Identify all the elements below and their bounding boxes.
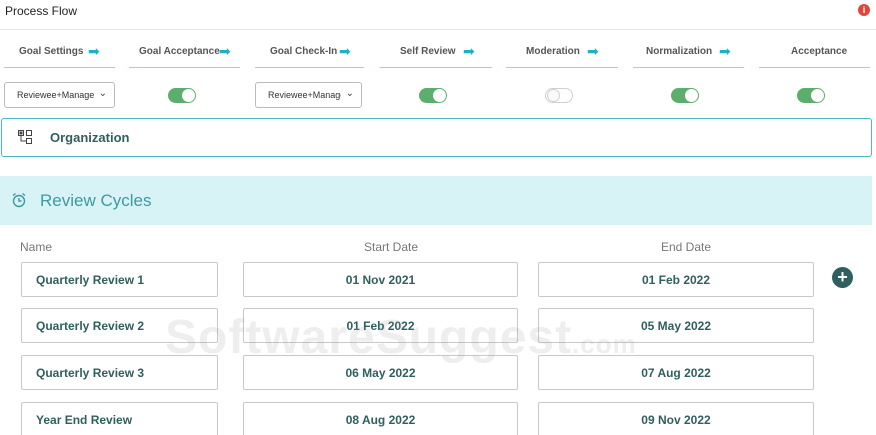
arrow-right-icon: ➡ [219, 43, 231, 59]
cycle-name: Quarterly Review 2 [36, 319, 145, 333]
start-date: 01 Feb 2022 [346, 319, 415, 333]
end-date-field[interactable]: 05 May 2022 [538, 308, 814, 343]
end-date-field[interactable]: 09 Nov 2022 [538, 402, 814, 435]
end-date: 07 Aug 2022 [641, 366, 711, 380]
step-self-review[interactable]: Self Review ➡ [380, 40, 492, 68]
toggle-knob [433, 89, 446, 102]
start-date: 08 Aug 2022 [345, 413, 416, 427]
end-date-field[interactable]: 07 Aug 2022 [538, 355, 814, 390]
cycle-name-field[interactable]: Year End Review [21, 402, 218, 435]
start-date: 06 May 2022 [345, 366, 416, 380]
end-date: 05 May 2022 [640, 319, 712, 333]
select-value: Reviewee+Manager [268, 90, 341, 100]
self-review-toggle[interactable] [419, 88, 447, 103]
step-label: Self Review [400, 46, 456, 57]
step-normalization[interactable]: Normalization ➡ [633, 40, 744, 68]
end-date-field[interactable]: 01 Feb 2022 [538, 262, 814, 297]
end-date: 01 Feb 2022 [641, 273, 711, 287]
chevron-down-icon: ⌄ [98, 88, 107, 99]
arrow-right-icon: ➡ [587, 43, 599, 59]
moderation-toggle[interactable] [545, 88, 573, 103]
cycle-name: Year End Review [36, 413, 133, 427]
step-label: Acceptance [791, 46, 848, 57]
top-bar: Process Flow i [0, 0, 876, 30]
step-label: Goal Acceptance [139, 46, 220, 57]
arrow-right-icon: ➡ [463, 43, 475, 59]
step-label: Goal Settings [19, 46, 84, 57]
step-label: Goal Check-In [270, 46, 338, 57]
step-controls: Reviewee+Manager ⌄ Reviewee+Manager ⌄ [0, 82, 876, 110]
normalization-toggle[interactable] [671, 88, 699, 103]
cycle-name-field[interactable]: Quarterly Review 1 [21, 262, 218, 297]
start-date-field[interactable]: 01 Nov 2021 [243, 262, 518, 297]
goal-acceptance-toggle[interactable] [168, 88, 196, 103]
acceptance-toggle[interactable] [797, 88, 825, 103]
arrow-right-icon: ➡ [339, 43, 351, 59]
cycle-name-field[interactable]: Quarterly Review 2 [21, 308, 218, 343]
step-goal-settings[interactable]: Goal Settings ➡ [4, 40, 115, 68]
start-date-field[interactable]: 08 Aug 2022 [243, 402, 518, 435]
review-cycles-header: Review Cycles [0, 176, 872, 225]
toggle-knob [547, 89, 560, 102]
add-cycle-button[interactable]: + [832, 267, 853, 288]
alarm-clock-icon [12, 192, 26, 208]
step-moderation[interactable]: Moderation ➡ [506, 40, 618, 68]
cycle-name: Quarterly Review 3 [36, 366, 145, 380]
toggle-knob [685, 89, 698, 102]
goal-checkin-select[interactable]: Reviewee+Manager ⌄ [255, 82, 362, 108]
column-header-end-date: End Date [661, 240, 712, 254]
review-cycles-title: Review Cycles [40, 191, 152, 210]
organization-panel[interactable]: Organization [1, 118, 872, 157]
column-header-start-date: Start Date [364, 240, 419, 254]
select-value: Reviewee+Manager [17, 90, 94, 100]
step-label: Moderation [526, 46, 580, 57]
info-icon[interactable]: i [858, 4, 870, 16]
start-date-field[interactable]: 01 Feb 2022 [243, 308, 518, 343]
step-goal-acceptance[interactable]: Goal Acceptance ➡ [129, 40, 240, 68]
arrow-right-icon: ➡ [719, 43, 731, 59]
arrow-right-icon: ➡ [88, 43, 100, 59]
page-title: Process Flow [5, 4, 78, 18]
start-date: 01 Nov 2021 [345, 273, 416, 287]
goal-settings-select[interactable]: Reviewee+Manager ⌄ [4, 82, 115, 108]
chevron-down-icon: ⌄ [345, 88, 354, 99]
column-header-name: Name [20, 240, 53, 254]
step-label: Normalization [646, 46, 713, 57]
hierarchy-icon [18, 130, 32, 144]
cycle-name-field[interactable]: Quarterly Review 3 [21, 355, 218, 390]
toggle-knob [811, 89, 824, 102]
step-acceptance[interactable]: Acceptance [759, 40, 870, 68]
process-steps: Goal Settings ➡ Goal Acceptance ➡ Goal C… [0, 40, 876, 70]
cycle-name: Quarterly Review 1 [36, 273, 145, 287]
start-date-field[interactable]: 06 May 2022 [243, 355, 518, 390]
toggle-knob [182, 89, 195, 102]
end-date: 09 Nov 2022 [641, 413, 711, 427]
step-goal-checkin[interactable]: Goal Check-In ➡ [255, 40, 364, 68]
organization-label: Organization [50, 130, 130, 145]
